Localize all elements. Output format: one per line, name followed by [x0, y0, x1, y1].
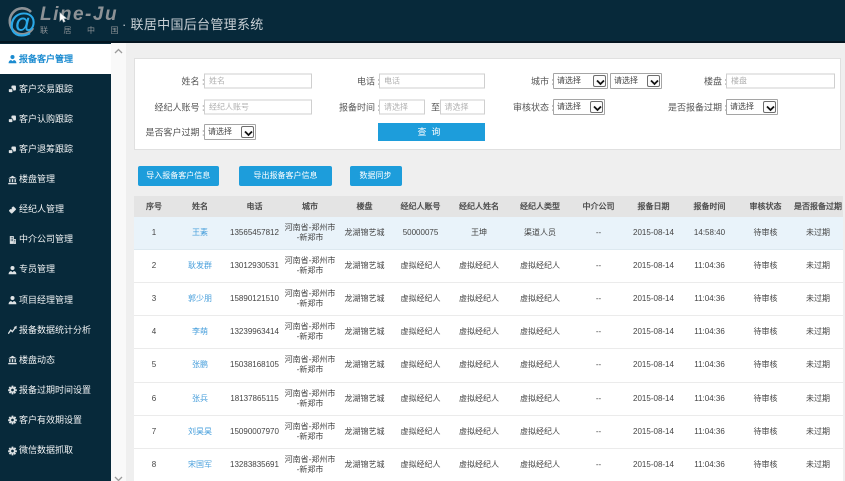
svg-text:@: @	[9, 7, 36, 38]
